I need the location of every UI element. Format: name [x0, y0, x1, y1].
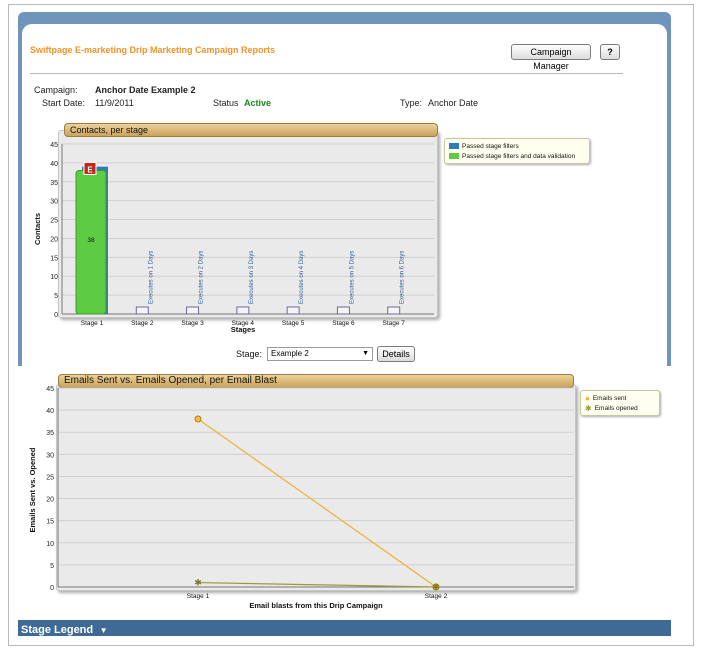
- contacts-chart: 051015202530354045ContactsStagesStage 13…: [33, 142, 434, 334]
- x-tick-label: Stage 2: [425, 593, 448, 600]
- legend-item-sent: ● Emails sent: [585, 393, 655, 403]
- opened-marker-icon: ✱: [585, 403, 592, 413]
- y-tick-label: 40: [46, 408, 54, 415]
- stage-icon: [186, 306, 200, 315]
- stage-annotation: Executes on 3 Days: [249, 251, 255, 304]
- x-tick-label: Stage 3: [181, 320, 204, 327]
- stage-legend-label: Stage Legend: [21, 624, 94, 636]
- status-label: Status: [213, 98, 239, 108]
- y-tick-label: 20: [50, 236, 58, 243]
- data-point-opened: ✱: [194, 578, 202, 588]
- start-date-value: 11/9/2011: [95, 98, 134, 108]
- data-point-sent: [194, 415, 202, 423]
- legend-item-passed: Passed stage filters: [449, 141, 585, 151]
- series-line: [197, 581, 437, 588]
- status-value: Active: [244, 98, 272, 108]
- x-tick-label: Stage 6: [332, 320, 355, 327]
- bar-value-label: 38: [87, 237, 95, 244]
- stage-annotation: Executes on 2 Days: [199, 251, 205, 304]
- y-tick-label: 10: [50, 274, 58, 281]
- type-label: Type:: [400, 98, 423, 108]
- x-tick-label: Stage 4: [232, 320, 255, 327]
- campaign-label: Campaign:: [34, 85, 78, 95]
- stage-annotation: Executes on 4 Days: [299, 251, 305, 304]
- y-tick-label: 0: [50, 585, 54, 592]
- stage-annotation: Executes on 1 Days: [148, 251, 154, 304]
- stage-legend-bar[interactable]: Stage Legend ▼: [18, 620, 671, 636]
- x-tick-label: Stage 7: [383, 320, 406, 327]
- y-tick-label: 5: [50, 563, 54, 570]
- y-tick-label: 25: [50, 218, 58, 225]
- y-tick-label: 15: [50, 255, 58, 262]
- y-tick-label: 30: [46, 452, 54, 459]
- stage-icon: [387, 306, 401, 315]
- legend-item-validated: Passed stage filters and data validation: [449, 151, 585, 161]
- legend-item-opened: ✱ Emails opened: [585, 403, 655, 413]
- emails-legend: ● Emails sent ✱ Emails opened: [580, 390, 660, 416]
- y-tick-label: 35: [46, 430, 54, 437]
- y-axis-label: Emails Sent vs. Opened: [28, 447, 37, 532]
- y-tick-label: 30: [50, 199, 58, 206]
- series-line: [197, 418, 437, 588]
- y-tick-label: 45: [46, 386, 54, 393]
- x-tick-label: Stage 1: [81, 320, 104, 327]
- y-tick-label: 0: [54, 312, 58, 319]
- stage-icon: [135, 306, 149, 315]
- stage-select-value: Example 2: [271, 349, 309, 358]
- expand-icon[interactable]: ▼: [98, 626, 108, 635]
- x-axis-label: Email blasts from this Drip Campaign: [249, 601, 383, 610]
- y-tick-label: 35: [50, 180, 58, 187]
- y-tick-label: 25: [46, 474, 54, 481]
- x-tick-label: Stage 5: [282, 320, 305, 327]
- legend-label-sent: Emails sent: [592, 394, 627, 402]
- x-tick-label: Stage 1: [187, 593, 210, 600]
- data-point-opened: ✱: [432, 582, 440, 592]
- type-value: Anchor Date: [428, 98, 479, 108]
- stage-select[interactable]: Example 2 ▼: [267, 347, 373, 361]
- y-tick-label: 20: [46, 497, 54, 504]
- stage-annotation: Executes on 6 Days: [400, 251, 406, 304]
- stage-annotation: Executes on 5 Days: [349, 251, 355, 304]
- legend-swatch-blue: [449, 143, 459, 149]
- stage-email-icon-letter: E: [87, 165, 93, 174]
- chevron-down-icon: ▼: [362, 350, 369, 357]
- y-tick-label: 40: [50, 161, 58, 168]
- y-tick-label: 5: [54, 293, 58, 300]
- start-date-label: Start Date:: [42, 98, 86, 108]
- y-tick-label: 15: [46, 519, 54, 526]
- legend-swatch-green: [449, 153, 459, 159]
- y-axis-label: Contacts: [33, 213, 42, 245]
- stage-icon: [286, 306, 300, 315]
- stage-select-label: Stage:: [236, 349, 263, 359]
- contacts-legend: Passed stage filters Passed stage filter…: [444, 138, 590, 164]
- contacts-chart-title: Contacts, per stage: [64, 123, 438, 137]
- stage-icon: [336, 306, 350, 315]
- sent-marker-icon: ●: [585, 393, 590, 403]
- campaign-name: Anchor Date Example 2: [95, 85, 196, 95]
- legend-label-passed: Passed stage filters: [462, 142, 519, 150]
- legend-label-validated: Passed stage filters and data validation: [462, 152, 576, 160]
- legend-label-opened: Emails opened: [594, 404, 638, 412]
- help-button[interactable]: ?: [600, 44, 620, 60]
- details-button[interactable]: Details: [377, 346, 415, 362]
- y-tick-label: 10: [46, 541, 54, 548]
- campaign-manager-button[interactable]: Campaign Manager: [511, 44, 591, 71]
- stage-icon: [236, 306, 250, 315]
- y-tick-label: 45: [50, 142, 58, 149]
- header-divider: [30, 73, 623, 74]
- app-title: Swiftpage E-marketing Drip Marketing Cam…: [30, 45, 276, 55]
- x-tick-label: Stage 2: [131, 320, 154, 327]
- emails-chart: 0 5 10 15 20 25 30 35 40 45 Emails Sent vs. Opened…: [28, 386, 574, 610]
